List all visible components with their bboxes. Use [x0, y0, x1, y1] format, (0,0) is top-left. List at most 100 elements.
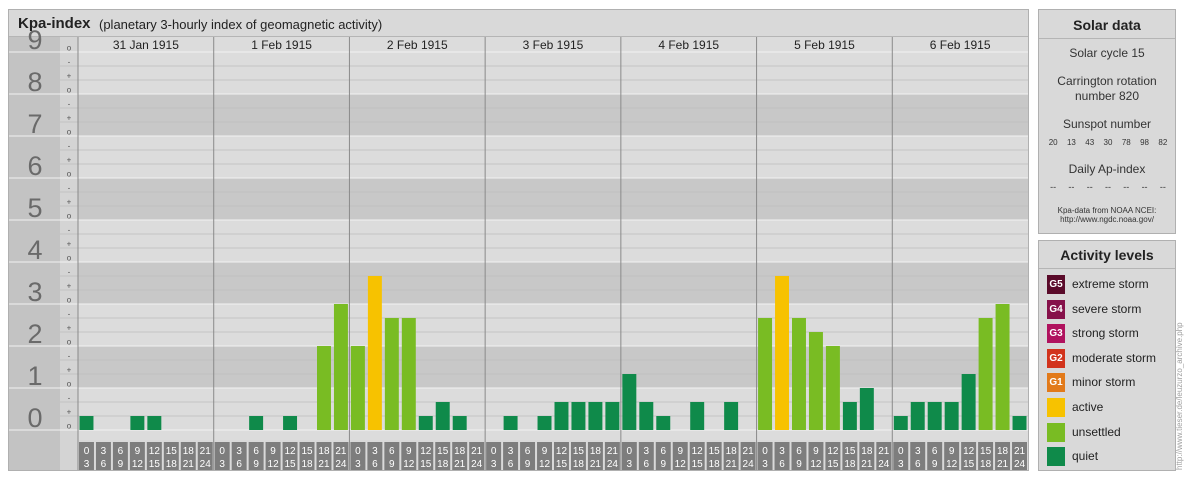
kp-bar: [622, 374, 637, 430]
time-end-label: 24: [607, 459, 619, 470]
unit-band: [9, 304, 1028, 346]
y-tick-label: 4: [27, 235, 42, 265]
time-start-label: 6: [796, 446, 802, 457]
time-end-label: 18: [980, 459, 992, 470]
carrington-rotation-line2: number 820: [1074, 89, 1140, 103]
kp-bar: [859, 388, 874, 430]
kp-bar: [775, 275, 789, 430]
y-subtick-label: -: [68, 268, 71, 277]
sunspot-values: 20 13 43 30 78 98 82: [1044, 138, 1172, 150]
level-swatch: G2: [1047, 348, 1065, 368]
kp-bar: [79, 416, 94, 430]
time-start-label: 18: [454, 446, 466, 457]
time-start-label: 9: [813, 446, 819, 457]
time-start-label: 6: [525, 446, 531, 457]
kp-bar: [825, 346, 840, 430]
time-start-label: 6: [389, 446, 395, 457]
time-end-label: 24: [1014, 459, 1026, 470]
time-end-label: 24: [743, 459, 755, 470]
time-end-label: 15: [556, 459, 568, 470]
time-start-label: 0: [491, 446, 497, 457]
time-end-label: 12: [132, 459, 144, 470]
y-tick-label: 3: [27, 277, 42, 307]
level-label: unsettled: [1072, 424, 1121, 439]
y-subtick-label: o: [67, 422, 72, 431]
kp-bar: [910, 401, 925, 430]
time-start-label: 0: [219, 446, 225, 457]
time-end-label: 18: [709, 459, 721, 470]
level-label: severe storm: [1072, 301, 1142, 316]
day-label: 1 Feb 1915: [251, 38, 312, 52]
time-start-label: 9: [135, 446, 141, 457]
time-end-label: 21: [454, 459, 466, 470]
kpa-chart-panel: Kpa-index (planetary 3-hourly index of g…: [8, 9, 1029, 471]
time-start-label: 21: [200, 446, 212, 457]
time-end-label: 9: [118, 459, 124, 470]
y-tick-label: 8: [27, 67, 42, 97]
time-end-label: 12: [810, 459, 822, 470]
kp-bar: [927, 401, 942, 430]
sunspot-value: 82: [1158, 138, 1168, 147]
kp-bar: [418, 416, 433, 430]
day-label: 5 Feb 1915: [794, 38, 855, 52]
time-start-label: 21: [471, 446, 483, 457]
level-swatch: [1047, 422, 1065, 442]
kp-bar: [808, 332, 823, 430]
unit-band: [9, 388, 1028, 430]
time-start-label: 21: [607, 446, 619, 457]
time-start-label: 3: [644, 446, 650, 457]
y-tick-label: 0: [27, 403, 42, 433]
time-start-label: 0: [84, 446, 90, 457]
time-end-label: 21: [183, 459, 195, 470]
kp-bar: [384, 317, 399, 430]
time-end-label: 9: [796, 459, 802, 470]
time-start-label: 12: [420, 446, 432, 457]
level-swatch: [1047, 447, 1065, 467]
time-end-label: 15: [827, 459, 839, 470]
unit-band: [9, 220, 1028, 262]
kp-bar: [690, 401, 705, 430]
activity-level-item: G3 strong storm: [1047, 324, 1175, 344]
activity-level-item: G2 moderate storm: [1047, 348, 1175, 368]
unit-band: [9, 52, 1028, 94]
time-start-label: 0: [355, 446, 361, 457]
y-subtick-label: o: [67, 296, 72, 305]
y-subtick-label: -: [68, 352, 71, 361]
sunspot-value: 43: [1085, 138, 1095, 147]
time-end-label: 18: [437, 459, 449, 470]
time-end-label: 3: [219, 459, 225, 470]
time-start-label: 12: [963, 446, 975, 457]
time-start-label: 21: [1014, 446, 1026, 457]
time-start-label: 3: [372, 446, 378, 457]
activity-level-item: G5 extreme storm: [1047, 275, 1175, 294]
kp-bar: [1012, 416, 1027, 430]
day-label: 3 Feb 1915: [523, 38, 584, 52]
solar-cycle: Solar cycle 15: [1069, 46, 1145, 60]
activity-level-item: unsettled: [1047, 422, 1175, 442]
y-subtick-label: +: [67, 282, 72, 291]
time-start-label: 15: [437, 446, 449, 457]
time-end-label: 3: [762, 459, 768, 470]
time-end-label: 24: [878, 459, 890, 470]
time-start-label: 6: [253, 446, 259, 457]
kp-bar: [893, 416, 908, 430]
kp-bar: [367, 275, 382, 430]
time-start-label: 3: [236, 446, 242, 457]
kp-bar: [283, 416, 298, 430]
level-label: minor storm: [1072, 375, 1136, 390]
kp-bar: [537, 416, 552, 430]
time-end-label: 12: [675, 459, 687, 470]
kp-bar: [978, 317, 993, 430]
unit-band: [9, 262, 1028, 304]
source-line1: Kpa-data from NOAA NCEI:: [1057, 206, 1157, 215]
ap-index-values: -- -- -- -- -- -- --: [1044, 182, 1172, 194]
time-end-label: 12: [268, 459, 280, 470]
level-label: extreme storm: [1072, 277, 1149, 291]
y-subtick-label: o: [67, 338, 72, 347]
time-start-label: 18: [861, 446, 873, 457]
time-start-label: 18: [726, 446, 738, 457]
time-start-label: 0: [898, 446, 904, 457]
level-swatch: [1047, 398, 1065, 417]
time-start-label: 12: [556, 446, 568, 457]
unit-band: [9, 94, 1028, 136]
